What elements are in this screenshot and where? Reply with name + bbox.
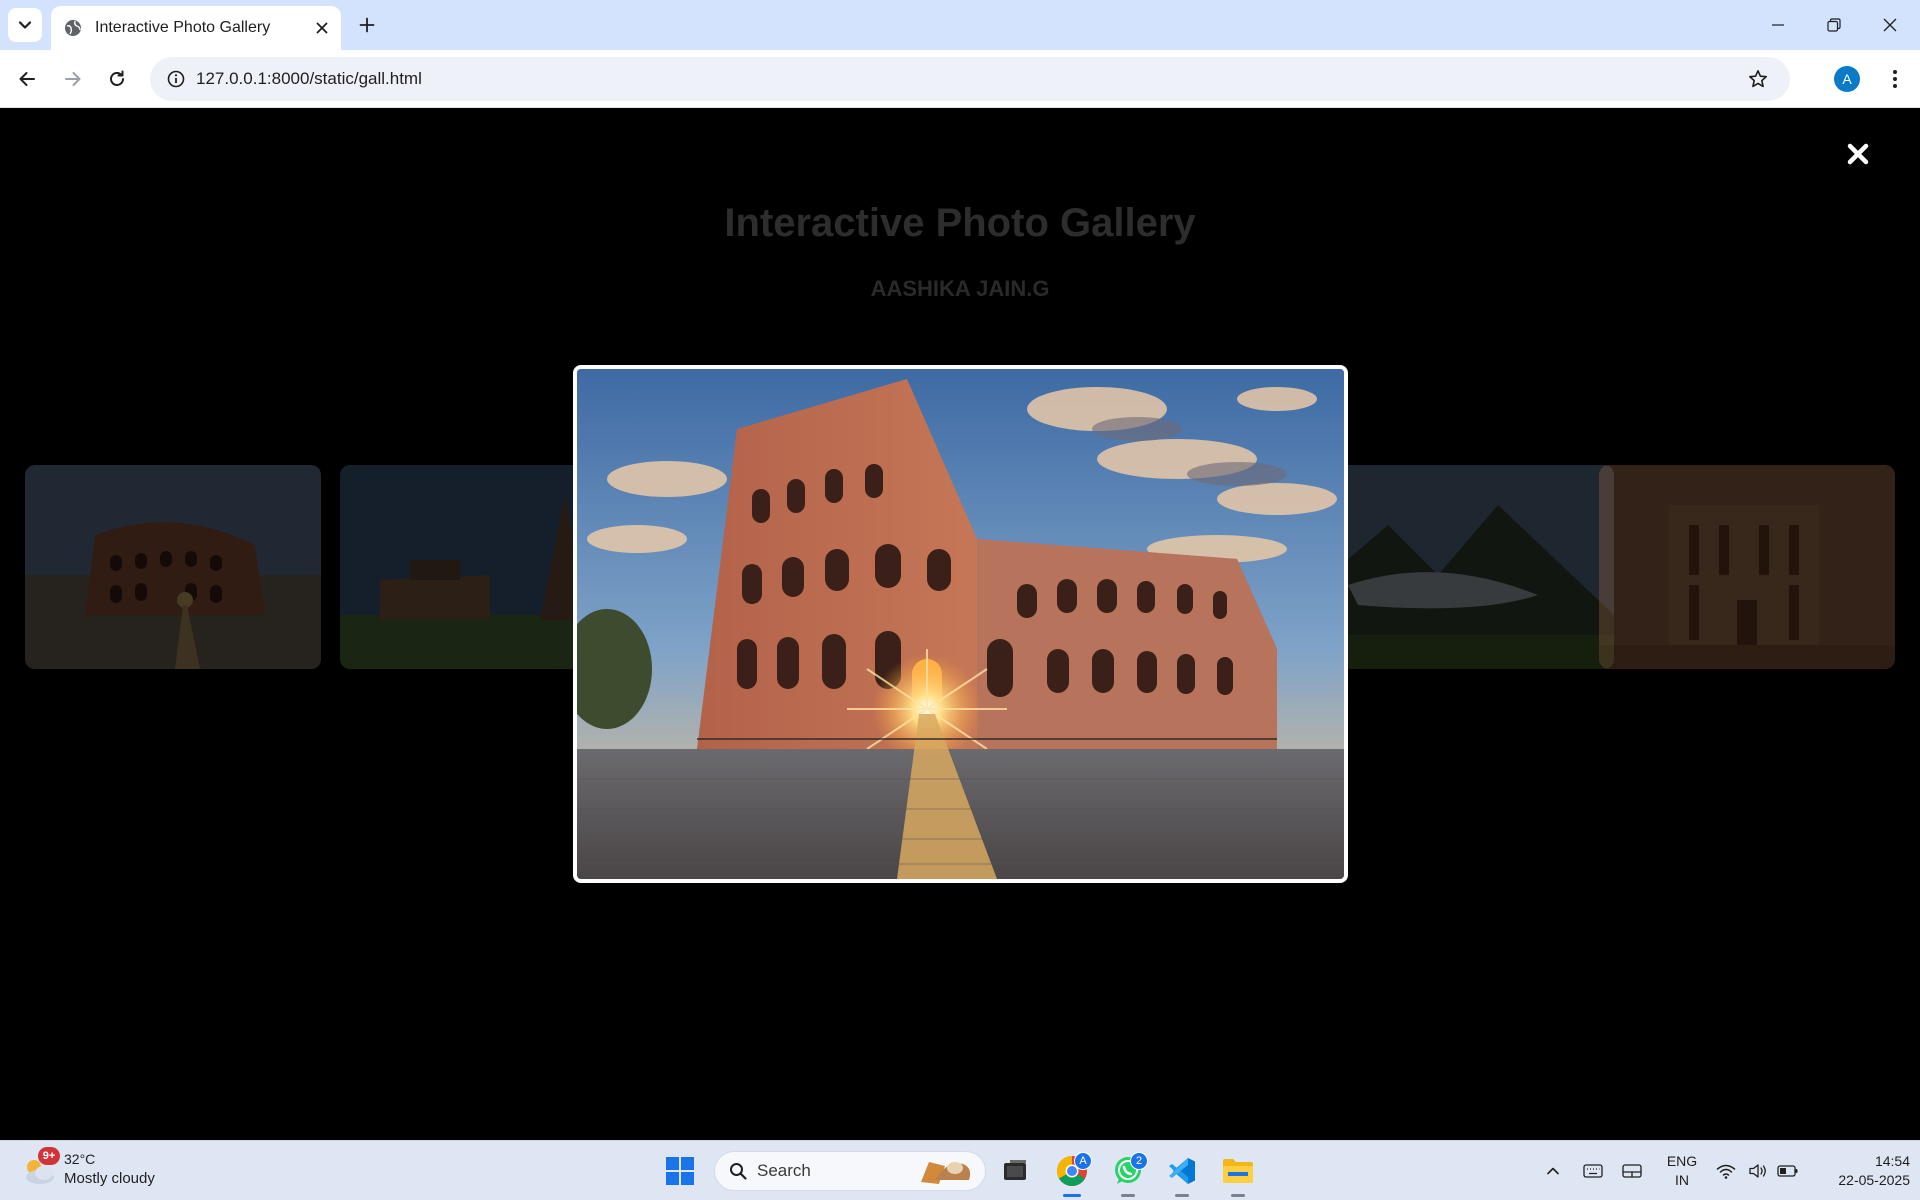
site-info-icon[interactable] (156, 70, 196, 88)
tab-title: Interactive Photo Gallery (95, 19, 271, 36)
clock-time: 14:54 (1874, 1153, 1910, 1169)
running-app-indicator (1175, 1194, 1189, 1197)
browser-menu-button[interactable] (1880, 62, 1910, 96)
reload-icon (110, 70, 124, 86)
vscode-icon (1169, 1158, 1195, 1184)
address-bar[interactable]: 127.0.0.1:8000/static/gall.html (150, 57, 1790, 101)
search-highlight-icon (915, 1156, 977, 1186)
tab-search-button[interactable] (8, 8, 42, 42)
restore-button[interactable] (1806, 0, 1862, 50)
start-button[interactable] (660, 1151, 700, 1191)
weather-temperature: 32°C (64, 1151, 96, 1167)
active-app-indicator (1063, 1194, 1081, 1197)
thumbnail-petra[interactable] (1599, 465, 1895, 669)
windows-logo-icon (666, 1157, 694, 1185)
thumbnail-colosseum[interactable] (25, 465, 321, 669)
tablet-icon (1622, 1164, 1642, 1178)
chevron-up-icon (1547, 1167, 1559, 1175)
globe-icon (63, 18, 83, 38)
touch-keyboard-button[interactable] (1578, 1151, 1608, 1191)
whatsapp-taskbar-button[interactable]: 2 (1108, 1151, 1148, 1197)
chrome-taskbar-button[interactable]: A (1052, 1151, 1092, 1197)
page-title: Interactive Photo Gallery (724, 201, 1196, 245)
folder-icon (1223, 1159, 1253, 1183)
cloudy-weather-icon: 9+ (20, 1147, 60, 1189)
weather-widget[interactable]: 9+ 32°C Mostly cloudy (20, 1147, 155, 1189)
search-icon (729, 1162, 747, 1180)
thumbnail-machu-picchu[interactable] (1318, 465, 1614, 669)
active-tab[interactable]: Interactive Photo Gallery (51, 6, 341, 50)
minimize-icon (1772, 24, 1784, 26)
chrome-profile-badge: A (1074, 1152, 1092, 1170)
task-view-icon (1004, 1160, 1026, 1180)
file-explorer-taskbar-button[interactable] (1218, 1151, 1258, 1197)
new-tab-button[interactable] (350, 8, 384, 42)
region-code: IN (1675, 1172, 1689, 1188)
browser-toolbar: 127.0.0.1:8000/static/gall.html (0, 50, 1920, 108)
close-icon (1847, 143, 1869, 165)
chevron-down-icon (18, 21, 32, 29)
browser-tab-strip: Interactive Photo Gallery (0, 0, 1920, 50)
forward-arrow-icon (65, 72, 81, 86)
back-arrow-icon (19, 72, 35, 86)
wifi-icon (1716, 1164, 1736, 1179)
whatsapp-unread-badge: 2 (1130, 1152, 1148, 1170)
speaker-icon (1749, 1164, 1766, 1178)
keyboard-icon (1583, 1164, 1603, 1178)
clock-date: 22-05-2025 (1838, 1172, 1910, 1188)
network-status[interactable] (1712, 1151, 1740, 1191)
running-app-indicator (1231, 1194, 1245, 1197)
close-icon (1883, 18, 1897, 32)
battery-status[interactable] (1774, 1151, 1802, 1191)
taskbar-search[interactable]: Search (714, 1151, 986, 1191)
volume-status[interactable] (1744, 1151, 1772, 1191)
page-viewport: Interactive Photo Gallery AASHIKA JAIN.G (0, 109, 1920, 1140)
reload-button[interactable] (100, 62, 134, 96)
url-text[interactable]: 127.0.0.1:8000/static/gall.html (196, 69, 1738, 89)
system-clock[interactable]: 14:54 22-05-2025 (1810, 1152, 1910, 1190)
show-hidden-icons-button[interactable] (1540, 1151, 1566, 1191)
weather-condition: Mostly cloudy (64, 1170, 155, 1187)
forward-button[interactable] (56, 62, 90, 96)
page-subtitle: AASHIKA JAIN.G (870, 276, 1050, 301)
input-language-indicator[interactable]: ENG IN (1662, 1152, 1702, 1190)
lightbox-close-button[interactable] (1843, 139, 1873, 169)
profile-avatar[interactable]: A (1834, 66, 1860, 92)
minimize-button[interactable] (1750, 0, 1806, 50)
back-button[interactable] (10, 62, 44, 96)
restore-icon (1827, 18, 1841, 32)
taskbar: 9+ 32°C Mostly cloudy Search A 2 ENG IN … (0, 1140, 1920, 1200)
notification-badge: 9+ (38, 1147, 60, 1165)
vscode-taskbar-button[interactable] (1162, 1151, 1202, 1197)
bookmark-star-icon[interactable] (1738, 69, 1778, 89)
battery-icon (1777, 1165, 1798, 1177)
more-vertical-icon (1893, 70, 1897, 88)
language-code: ENG (1666, 1153, 1698, 1169)
search-label: Search (757, 1161, 811, 1180)
task-view-button[interactable] (995, 1151, 1035, 1191)
pen-menu-button[interactable] (1617, 1151, 1647, 1191)
window-close-button[interactable] (1862, 0, 1918, 50)
tab-close-icon[interactable] (307, 13, 337, 43)
lightbox-image[interactable] (573, 365, 1348, 883)
running-app-indicator (1121, 1194, 1135, 1197)
plus-icon (359, 17, 375, 33)
